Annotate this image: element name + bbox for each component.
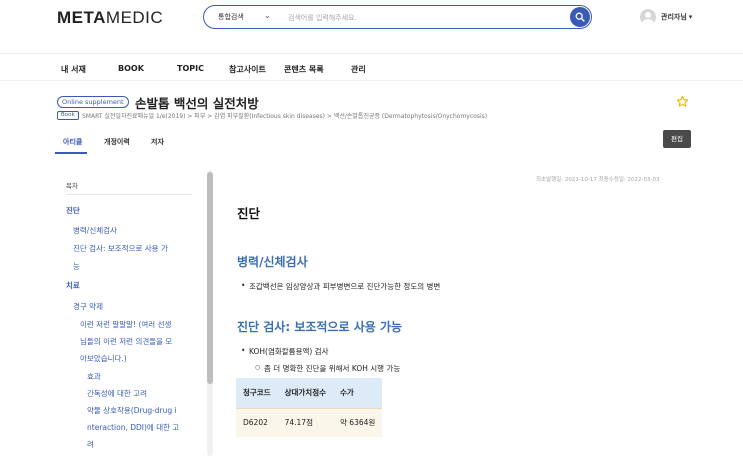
tab-revision-history[interactable]: 개정이력 (104, 137, 130, 147)
toc-item-opinions-cont2[interactable]: 아보았습니다.) (80, 350, 127, 367)
logo-light-text: MEDIC (105, 8, 164, 27)
toc-scrollbar[interactable] (207, 170, 213, 456)
column-header-fee: 수가 (333, 378, 383, 408)
page-title: 손발톱 백선의 실전처방 (135, 96, 259, 111)
avatar (640, 9, 656, 25)
section-heading-history-exam: 병력/신체검사 (237, 255, 308, 269)
nav-admin[interactable]: 관리 (351, 64, 366, 75)
chevron-down-icon[interactable]: ⌄ (264, 11, 271, 20)
active-tab-indicator (55, 152, 87, 154)
search-scope-select[interactable]: 통합검색 (218, 12, 244, 22)
section-heading-diagnostic-test: 진단 검사: 보조적으로 사용 가능 (237, 320, 403, 334)
toc-divider (66, 194, 192, 195)
toc-item-ddi-cont[interactable]: nteraction, DDI)에 대한 고 (87, 419, 179, 436)
toc-item-treatment[interactable]: 치료 (66, 277, 80, 294)
tab-article[interactable]: 아티클 (63, 137, 82, 147)
toc-item-ddi-cont2[interactable]: 려 (87, 436, 94, 453)
toc-item-oral-drugs[interactable]: 경구 약제 (73, 298, 103, 315)
star-icon[interactable] (676, 93, 689, 112)
cell-fee: 약 6364원 (333, 407, 383, 437)
main-nav: 내 서재 BOOK TOPIC 참고사이트 콘텐츠 목록 관리 (0, 53, 743, 81)
breadcrumb[interactable]: SMART 실전일차진료매뉴얼 1/e(2019) > 피부 > 감염 피부질환… (82, 111, 487, 120)
sub-list-item: 좀 더 명확한 진단을 위해서 KOH 시행 가능 (255, 363, 400, 374)
table-of-contents: 목차 진단 병력/신체검사 진단 검사: 보조적으로 사용 가 능 치료 경구 … (57, 168, 207, 456)
nav-my-library[interactable]: 내 서재 (61, 64, 86, 75)
publish-dates: 최초발행일: 2021-10-17 최종수정일: 2022-03-03 (536, 177, 660, 183)
toc-item-diagnosis[interactable]: 진단 (66, 202, 80, 219)
top-header: METAMEDIC 통합검색 ⌄ 관리자님 ▾ (0, 0, 743, 40)
logo-bold-text: META (57, 8, 106, 27)
sub-tabs: 아티클 개정이력 저자 (57, 130, 693, 154)
toc-item-diagnostic-test-cont[interactable]: 능 (73, 258, 80, 275)
scrollbar-thumb[interactable] (207, 172, 213, 384)
toc-item-opinions-cont[interactable]: 님들의 이런 저런 의견들을 모 (80, 333, 172, 350)
cell-relative-value: 74.17점 (277, 407, 334, 437)
column-header-claim-code: 청구코드 (236, 378, 278, 408)
metamedic-logo[interactable]: METAMEDIC (57, 8, 163, 28)
list-item: 조갑백선은 임상양상과 피부병변으로 진단가능한 정도의 병변 (241, 281, 440, 292)
search-button[interactable] (570, 7, 590, 27)
table-header-row: 청구코드 상대가치점수 수가 (236, 378, 383, 408)
nav-topic[interactable]: TOPIC (177, 64, 204, 73)
column-header-relative-value: 상대가치점수 (277, 378, 334, 408)
cell-claim-code: D6202 (236, 407, 278, 437)
list-item: KOH(염화칼륨용액) 검사 (241, 346, 328, 357)
toc-heading: 목차 (66, 182, 78, 190)
search-input[interactable] (288, 10, 558, 25)
toc-item-ddi[interactable]: 약물 상호작용(Drug-drug i (87, 402, 177, 419)
search-bar: 통합검색 ⌄ (203, 5, 592, 29)
toc-item-history-exam[interactable]: 병력/신체검사 (73, 222, 117, 239)
caret-down-icon: ▾ (688, 13, 693, 21)
user-name: 관리자님 (661, 13, 687, 21)
section-heading-diagnosis: 진단 (237, 206, 261, 221)
book-badge: Book (57, 111, 79, 120)
tab-author[interactable]: 저자 (151, 137, 164, 147)
nav-content-list[interactable]: 콘텐츠 목록 (284, 64, 324, 75)
search-icon (575, 12, 585, 22)
edit-button[interactable]: 편집 (663, 130, 691, 148)
toc-item-efficacy[interactable]: 효과 (87, 368, 101, 385)
fee-table: 청구코드 상대가치점수 수가 D6202 74.17점 약 6364원 (236, 378, 383, 437)
nav-reference-sites[interactable]: 참고사이트 (229, 64, 266, 75)
toc-item-diagnostic-test[interactable]: 진단 검사: 보조적으로 사용 가 (73, 240, 168, 257)
online-supplement-badge: Online supplement (57, 96, 129, 108)
nav-book[interactable]: BOOK (118, 64, 144, 73)
toc-item-opinions[interactable]: 이런 저런 말말말! (여러 선생 (80, 316, 171, 333)
toc-item-hepatotoxicity[interactable]: 간독성에 대한 고려 (87, 385, 147, 402)
user-menu[interactable]: 관리자님 ▾ (640, 9, 692, 25)
table-row: D6202 74.17점 약 6364원 (236, 407, 383, 437)
